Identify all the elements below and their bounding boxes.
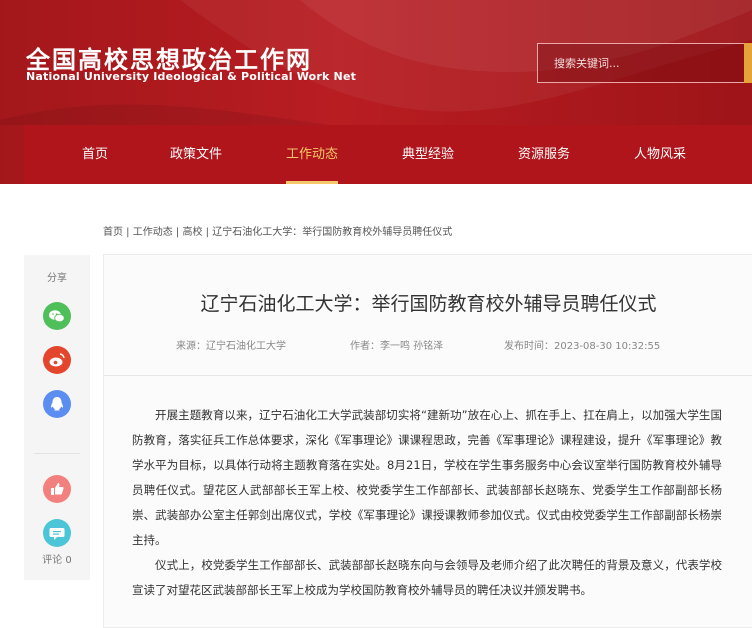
article-paragraph: 仪式上，校党委学生工作部部长、武装部部长赵晓东向与会领导及老师介绍了此次聘任的背… — [132, 558, 722, 597]
share-divider — [34, 453, 80, 454]
comment-count-label: 评论 0 — [24, 551, 90, 566]
wechat-icon[interactable] — [43, 302, 71, 330]
nav-item-experience[interactable]: 典型经验 — [402, 125, 454, 184]
comment-label: 评论 — [42, 555, 63, 566]
search-input[interactable] — [538, 44, 752, 82]
nav-item-people[interactable]: 人物风采 — [634, 125, 686, 184]
article-panel: 辽宁石油化工大学：举行国防教育校外辅导员聘任仪式 来源：辽宁石油化工大学 作者：… — [103, 254, 752, 628]
comment-icon[interactable] — [43, 519, 71, 547]
qq-icon[interactable] — [43, 390, 71, 418]
search-box — [537, 43, 752, 83]
nav-item-policy[interactable]: 政策文件 — [170, 125, 222, 184]
site-logo-english: National University Ideological & Politi… — [26, 70, 357, 83]
comment-count: 0 — [65, 555, 72, 566]
search-button[interactable] — [744, 43, 752, 83]
share-sidebar: 分享 评论 0 — [24, 255, 90, 580]
article-title: 辽宁石油化工大学：举行国防教育校外辅导员聘任仪式 — [200, 293, 657, 315]
article-source: 来源：辽宁石油化工大学 — [176, 341, 286, 352]
breadcrumb-news[interactable]: 工作动态 — [133, 227, 173, 238]
breadcrumb-university[interactable]: 高校 — [182, 227, 202, 238]
share-label: 分享 — [47, 273, 67, 284]
breadcrumb: 首页 | 工作动态 | 高校 | 辽宁石油化工大学：举行国防教育校外辅导员聘任仪… — [103, 227, 453, 238]
nav-item-resources[interactable]: 资源服务 — [518, 125, 570, 184]
article-published-time: 发布时间：2023-08-30 10:32:55 — [504, 341, 661, 352]
main-nav: 首页 政策文件 工作动态 典型经验 资源服务 人物风采 — [24, 125, 752, 184]
like-icon[interactable] — [43, 475, 71, 503]
article-header-divider — [104, 375, 752, 376]
nav-item-news[interactable]: 工作动态 — [286, 125, 339, 184]
article-author: 作者：李一鸣 孙铭泽 — [350, 341, 444, 352]
nav-item-home[interactable]: 首页 — [82, 125, 108, 184]
article-body: 开展主题教育以来，辽宁石油化工大学武装部切实将“建新功”放在心上、抓在手上、扛在… — [132, 403, 722, 603]
weibo-icon[interactable] — [43, 346, 71, 374]
breadcrumb-current: 辽宁石油化工大学：举行国防教育校外辅导员聘任仪式 — [212, 227, 453, 238]
article-paragraph: 开展主题教育以来，辽宁石油化工大学武装部切实将“建新功”放在心上、抓在手上、扛在… — [132, 408, 722, 547]
breadcrumb-home[interactable]: 首页 — [103, 227, 123, 238]
